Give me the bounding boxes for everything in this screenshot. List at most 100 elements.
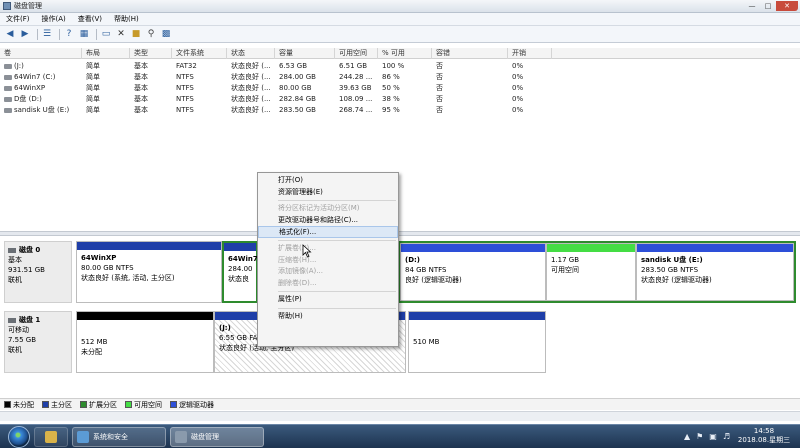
col-filesystem[interactable]: 文件系统 xyxy=(172,48,227,59)
volume-type: 基本 xyxy=(134,62,148,70)
volume-icon[interactable]: ♬ xyxy=(723,432,730,441)
minimize-button[interactable]: — xyxy=(744,1,760,11)
disk1-size: 7.55 GB xyxy=(8,336,37,344)
partition-status: 可用空间 xyxy=(551,266,579,274)
menu-item-open[interactable]: 打开(O) xyxy=(258,175,398,187)
menu-view[interactable]: 查看(V) xyxy=(72,14,108,24)
flag-icon[interactable]: ⚑ xyxy=(696,432,703,441)
menu-item-help[interactable]: 帮助(H) xyxy=(258,311,398,323)
menu-file[interactable]: 文件(F) xyxy=(0,14,36,24)
table-row[interactable]: 64WinXP 简单 基本 NTFS 状态良好 (... 80.00 GB 39… xyxy=(0,83,800,93)
volume-status: 状态良好 (... xyxy=(231,106,271,114)
menu-item-delete-volume[interactable]: 删除卷(D)... xyxy=(258,278,398,290)
maximize-button[interactable]: □ xyxy=(760,1,776,11)
system-tray: ▲ ⚑ ▣ ♬ 14:58 2018.08.星期三 xyxy=(684,427,792,445)
partition-510mb[interactable]: 510 MB xyxy=(408,311,546,373)
volume-name: (J:) xyxy=(14,62,24,70)
partition-unallocated[interactable]: 512 MB 未分配 xyxy=(76,311,214,373)
help-icon[interactable]: ? xyxy=(63,28,75,40)
menu-action[interactable]: 操作(A) xyxy=(36,14,72,24)
partition-sandisk-e[interactable]: sandisk U盘 (E:) 283.50 GB NTFS 状态良好 (逻辑驱… xyxy=(636,243,794,301)
volume-name: 64WinXP xyxy=(14,84,46,92)
start-button-icon[interactable] xyxy=(8,425,30,448)
window-title: 磁盘管理 xyxy=(14,2,42,10)
legend-swatch xyxy=(80,401,87,408)
disk0-title: 磁盘 0 xyxy=(19,246,41,254)
taskbar-explorer[interactable] xyxy=(34,426,68,447)
disk0-info[interactable]: 磁盘 0 基本 931.51 GB 联机 xyxy=(4,241,72,303)
col-overhead[interactable]: 开销 xyxy=(508,48,552,59)
volume-status: 状态良好 (... xyxy=(231,62,271,70)
menu-separator xyxy=(278,291,396,293)
menu-separator xyxy=(278,239,396,241)
volume-fs: NTFS xyxy=(176,73,194,81)
table-row[interactable]: sandisk U盘 (E:) 简单 基本 NTFS 状态良好 (... 283… xyxy=(0,105,800,115)
partition-status: 未分配 xyxy=(81,348,102,356)
partition-free-space[interactable]: 1.17 GB 可用空间 xyxy=(546,243,636,301)
taskbar-app-control-panel[interactable]: 系统和安全 xyxy=(72,426,166,447)
partition-64winxp[interactable]: 64WinXP 80.00 GB NTFS 状态良好 (系统, 活动, 主分区) xyxy=(76,241,222,303)
clock[interactable]: 14:58 2018.08.星期三 xyxy=(736,427,792,445)
menu-item-explorer[interactable]: 资源管理器(E) xyxy=(258,187,398,199)
volume-fs: NTFS xyxy=(176,95,194,103)
menu-help[interactable]: 帮助(H) xyxy=(108,14,145,24)
legend-label: 主分区 xyxy=(51,400,72,409)
primary-partition-bar xyxy=(224,243,256,251)
taskbar-app-label: 系统和安全 xyxy=(93,432,128,441)
monitor-icon[interactable]: ▣ xyxy=(709,432,717,441)
close-button[interactable]: ✕ xyxy=(776,1,798,11)
col-status[interactable]: 状态 xyxy=(227,48,275,59)
volume-pct: 95 % xyxy=(382,106,400,114)
volume-pct: 86 % xyxy=(382,73,400,81)
col-volume[interactable]: 卷 xyxy=(0,48,82,59)
col-free[interactable]: 可用空间 xyxy=(335,48,378,59)
legend-item: 可用空间 xyxy=(125,400,162,410)
col-capacity[interactable]: 容量 xyxy=(275,48,335,59)
forward-arrow-icon[interactable]: ▶ xyxy=(19,28,31,40)
volume-free: 6.51 GB xyxy=(339,62,368,70)
col-percent-free[interactable]: % 可用 xyxy=(378,48,432,59)
panel-icon[interactable]: ▦ xyxy=(78,28,90,40)
col-type[interactable]: 类型 xyxy=(130,48,172,59)
disk1-info[interactable]: 磁盘 1 可移动 7.55 GB 联机 xyxy=(4,311,72,373)
col-fault-tolerance[interactable]: 容错 xyxy=(432,48,508,59)
volume-overhead: 0% xyxy=(512,62,524,70)
folder-icon[interactable]: ■ xyxy=(130,28,142,40)
table-row[interactable]: D盘 (D:) 简单 基本 NTFS 状态良好 (... 282.84 GB 1… xyxy=(0,94,800,104)
partition-size: 512 MB xyxy=(81,338,108,346)
extra-view-icon[interactable]: ▩ xyxy=(160,28,172,40)
volume-capacity: 6.53 GB xyxy=(279,62,308,70)
table-row[interactable]: (J:) 简单 基本 FAT32 状态良好 (... 6.53 GB 6.51 … xyxy=(0,61,800,71)
disk0-state: 联机 xyxy=(8,276,22,284)
search-icon[interactable]: ⚲ xyxy=(145,28,157,40)
menu-item-mark-active[interactable]: 将分区标记为活动分区(M) xyxy=(258,203,398,215)
taskbar-app-disk-management[interactable]: 磁盘管理 xyxy=(170,426,264,447)
delete-icon[interactable]: ✕ xyxy=(115,28,127,40)
partition-64win7-selected[interactable]: 64Win7 284.00 状态良 xyxy=(222,241,258,303)
disk0-size: 931.51 GB xyxy=(8,266,45,274)
properties-icon[interactable]: ▭ xyxy=(100,28,112,40)
volume-capacity: 283.50 GB xyxy=(279,106,316,114)
partition-size: 80.00 GB NTFS xyxy=(81,264,134,272)
disk-management-icon xyxy=(175,430,187,443)
menu-item-add-mirror[interactable]: 添加镜像(A)... xyxy=(258,266,398,278)
drive-icon xyxy=(4,85,12,91)
volume-list-header: 卷 布局 类型 文件系统 状态 容量 可用空间 % 可用 容错 开销 xyxy=(0,48,800,59)
menu-item-shrink-volume[interactable]: 压缩卷(H)... xyxy=(258,255,398,267)
menu-item-properties[interactable]: 属性(P) xyxy=(258,294,398,306)
table-row[interactable]: 64Win7 (C:) 简单 基本 NTFS 状态良好 (... 284.00 … xyxy=(0,72,800,82)
volume-free: 39.63 GB xyxy=(339,84,372,92)
menu-item-extend-volume[interactable]: 扩展卷(X)... xyxy=(258,243,398,255)
volume-fault: 否 xyxy=(436,95,443,103)
menu-item-change-drive-letter[interactable]: 更改驱动器号和路径(C)... xyxy=(258,215,398,227)
partition-status: 状态良好 (逻辑驱动器) xyxy=(641,276,712,284)
menu-item-format[interactable]: 格式化(F)... xyxy=(258,226,398,238)
network-icon[interactable]: ▲ xyxy=(684,432,690,441)
volume-capacity: 80.00 GB xyxy=(279,84,312,92)
partition-d[interactable]: (D:) 84 GB NTFS 良好 (逻辑驱动器) xyxy=(400,243,546,301)
legend-swatch xyxy=(125,401,132,408)
volume-fs: NTFS xyxy=(176,84,194,92)
back-arrow-icon[interactable]: ◀ xyxy=(4,28,16,40)
list-view-icon[interactable]: ☰ xyxy=(41,28,53,40)
col-layout[interactable]: 布局 xyxy=(82,48,130,59)
